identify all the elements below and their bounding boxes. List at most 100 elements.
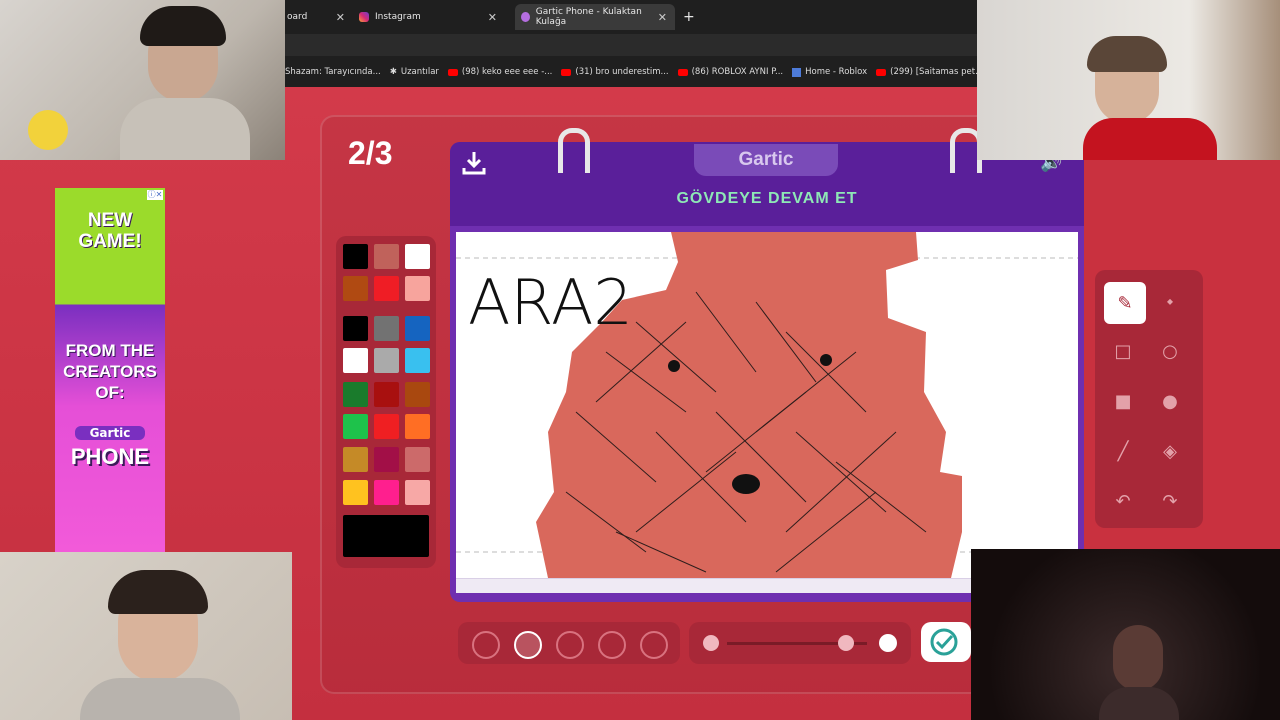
person-hair bbox=[140, 6, 226, 46]
color-swatch[interactable] bbox=[374, 276, 399, 301]
bookmark-youtube-1[interactable]: (98) keko eee eee -... bbox=[447, 67, 552, 77]
gartic-icon bbox=[521, 12, 530, 22]
new-tab-button[interactable]: + bbox=[683, 4, 697, 30]
ad-tagline: FROM THE CREATORS OF: bbox=[63, 341, 157, 402]
roblox-icon bbox=[792, 67, 802, 77]
done-button[interactable] bbox=[921, 622, 971, 662]
webcam-top-right bbox=[977, 0, 1280, 160]
close-icon[interactable]: ✕ bbox=[336, 11, 345, 24]
square-outline-icon[interactable]: □ bbox=[1104, 332, 1142, 370]
color-swatch[interactable] bbox=[343, 276, 368, 301]
person-hair bbox=[108, 570, 208, 614]
brush-size-4[interactable] bbox=[598, 631, 626, 659]
tab-label: Gartic Phone - Kulaktan Kulağa bbox=[535, 7, 642, 27]
color-swatch[interactable] bbox=[405, 276, 430, 301]
drawing: ARA2 bbox=[456, 232, 1078, 578]
plush-toy bbox=[28, 110, 68, 150]
bookmark-extensions[interactable]: ✱ Uzantılar bbox=[390, 67, 439, 77]
color-swatch[interactable] bbox=[405, 447, 430, 472]
webcam-bottom-right bbox=[971, 549, 1280, 720]
brush-size-2[interactable] bbox=[514, 631, 542, 659]
brush-size-3[interactable] bbox=[556, 631, 584, 659]
person-shirt bbox=[1099, 687, 1179, 720]
color-swatch[interactable] bbox=[374, 382, 399, 407]
fill-bucket-icon[interactable]: ◈ bbox=[1151, 432, 1189, 470]
color-swatch[interactable] bbox=[374, 480, 399, 505]
canvas-text: ARA2 bbox=[468, 266, 633, 339]
opacity-slider[interactable] bbox=[689, 622, 911, 664]
tab-board[interactable]: oard ✕ bbox=[285, 4, 353, 30]
webcam-bottom-left bbox=[0, 552, 292, 720]
color-swatch[interactable] bbox=[374, 316, 399, 341]
ad-headline: NEW GAME! bbox=[78, 210, 142, 252]
person-face bbox=[1113, 625, 1163, 691]
color-swatch[interactable] bbox=[343, 244, 368, 269]
ad-close-icon[interactable]: ⓘ✕ bbox=[147, 190, 163, 200]
color-swatch[interactable] bbox=[374, 348, 399, 373]
color-swatch[interactable] bbox=[343, 414, 368, 439]
download-icon[interactable] bbox=[460, 150, 488, 176]
person-shirt bbox=[1083, 118, 1217, 160]
person-shirt bbox=[120, 98, 250, 160]
instagram-icon bbox=[359, 12, 369, 22]
round-counter: 2/3 bbox=[348, 135, 393, 171]
color-swatch[interactable] bbox=[405, 244, 430, 269]
tab-label: oard bbox=[287, 12, 308, 22]
tab-label: Instagram bbox=[375, 12, 421, 22]
color-swatch[interactable] bbox=[343, 382, 368, 407]
person-hair bbox=[1087, 36, 1167, 72]
address-bar[interactable] bbox=[285, 34, 977, 56]
bookmark-shazam[interactable]: Shazam: Tarayıcında... bbox=[285, 67, 381, 77]
ad-brand-top: Gartic bbox=[75, 426, 145, 440]
bookmark-youtube-4[interactable]: (299) [Saitamas pet... bbox=[876, 67, 983, 77]
color-swatch[interactable] bbox=[343, 447, 368, 472]
gartic-logo: Gartic bbox=[694, 144, 838, 176]
color-swatch[interactable] bbox=[343, 348, 368, 373]
tool-panel: ✎ ⬩ □ ○ ■ ● ╱ ◈ ↶ ↷ bbox=[1095, 270, 1203, 528]
youtube-icon bbox=[876, 68, 887, 76]
drawing-canvas[interactable]: ARA2 bbox=[456, 232, 1078, 578]
close-icon[interactable]: ✕ bbox=[658, 11, 667, 24]
youtube-icon bbox=[447, 68, 458, 76]
current-color-swatch bbox=[343, 515, 429, 557]
color-swatch[interactable] bbox=[374, 244, 399, 269]
youtube-icon bbox=[677, 68, 688, 76]
opacity-max-icon bbox=[879, 634, 897, 652]
color-swatch[interactable] bbox=[374, 447, 399, 472]
ad-brand-bottom: PHONE bbox=[70, 444, 150, 469]
close-icon[interactable]: ✕ bbox=[488, 11, 497, 24]
tab-gartic-phone[interactable]: Gartic Phone - Kulaktan Kulağa ✕ bbox=[515, 4, 675, 30]
puzzle-icon: ✱ bbox=[389, 67, 397, 77]
color-swatch[interactable] bbox=[405, 480, 430, 505]
circle-filled-icon[interactable]: ● bbox=[1151, 382, 1189, 420]
color-swatch[interactable] bbox=[374, 414, 399, 439]
brush-size-selector bbox=[458, 622, 680, 664]
undo-icon[interactable]: ↶ bbox=[1104, 482, 1142, 520]
advertisement[interactable]: NEW GAME! FROM THE CREATORS OF: Gartic P… bbox=[55, 188, 165, 552]
bookmark-roblox[interactable]: Home - Roblox bbox=[792, 67, 867, 77]
redo-icon[interactable]: ↷ bbox=[1151, 482, 1189, 520]
tab-instagram[interactable]: Instagram ✕ bbox=[355, 4, 505, 30]
prompt-title: GÖVDEYE DEVAM ET bbox=[676, 190, 858, 207]
opacity-knob[interactable] bbox=[838, 635, 854, 651]
bookmarks-bar: Shazam: Tarayıcında... ✱ Uzantılar (98) k… bbox=[285, 60, 983, 84]
color-swatch[interactable] bbox=[405, 316, 430, 341]
bookmark-youtube-3[interactable]: (86) ROBLOX AYNI P... bbox=[677, 67, 783, 77]
bookmark-youtube-2[interactable]: (31) bro underestim... bbox=[561, 67, 669, 77]
line-icon[interactable]: ╱ bbox=[1104, 432, 1142, 470]
brush-size-5[interactable] bbox=[640, 631, 668, 659]
pen-icon[interactable]: ✎ bbox=[1104, 282, 1146, 324]
person-shirt bbox=[80, 678, 240, 720]
color-swatch[interactable] bbox=[405, 348, 430, 373]
color-swatch[interactable] bbox=[405, 414, 430, 439]
circle-outline-icon[interactable]: ○ bbox=[1151, 332, 1189, 370]
youtube-icon bbox=[561, 68, 572, 76]
color-swatch[interactable] bbox=[405, 382, 430, 407]
brush-size-1[interactable] bbox=[472, 631, 500, 659]
color-swatch[interactable] bbox=[343, 316, 368, 341]
browser-chrome: oard ✕ Instagram ✕ Gartic Phone - Kulakt… bbox=[285, 0, 983, 87]
eraser-icon[interactable]: ⬩ bbox=[1151, 282, 1189, 320]
square-filled-icon[interactable]: ■ bbox=[1104, 382, 1142, 420]
color-swatch[interactable] bbox=[343, 480, 368, 505]
webcam-top-left bbox=[0, 0, 285, 160]
